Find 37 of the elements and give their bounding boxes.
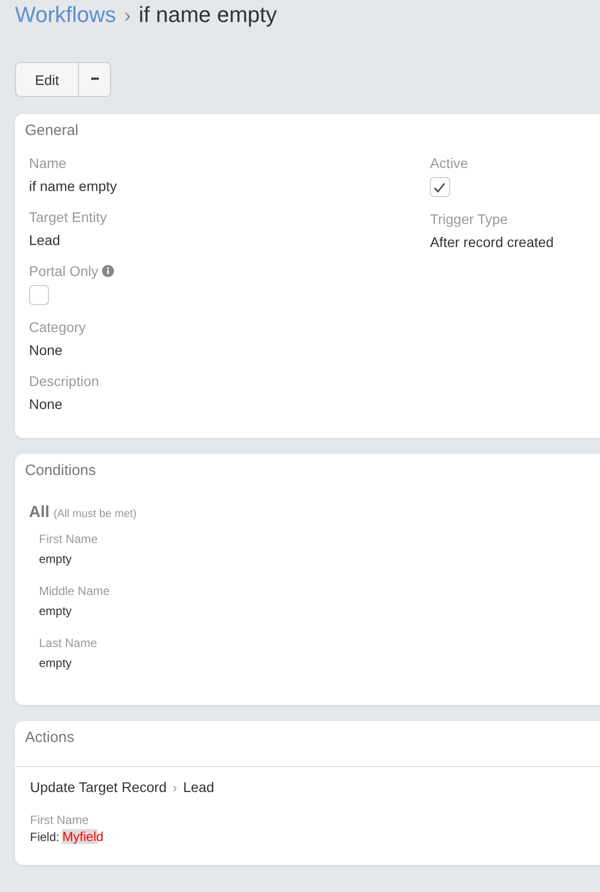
field-value: None <box>29 341 64 360</box>
field-label: Description <box>29 372 100 390</box>
info-icon <box>102 265 114 277</box>
field-label: Name <box>29 154 66 172</box>
field-label: Target Entity <box>29 208 107 226</box>
condition-value: empty <box>39 604 73 619</box>
more-button[interactable]: ••• <box>79 62 111 97</box>
value-label: Field: <box>30 830 60 845</box>
check-icon <box>433 182 446 192</box>
condition-field: Middle Name <box>39 583 600 599</box>
field-value: After record created <box>430 233 555 252</box>
condition-value: empty <box>39 656 73 671</box>
action-separator: › <box>172 780 178 795</box>
checkbox[interactable] <box>29 285 49 305</box>
action-type: Update Target Record <box>30 779 167 795</box>
field-label: Active <box>430 154 468 172</box>
edit-button[interactable]: Edit <box>15 62 79 97</box>
breadcrumb-separator: › <box>124 5 131 28</box>
condition-value: empty <box>39 552 73 567</box>
checkbox[interactable] <box>430 177 450 197</box>
condition-field: Last Name <box>39 635 600 651</box>
field-label: Category <box>29 318 86 336</box>
condition-field: First Name <box>39 531 600 547</box>
field-value: Lead <box>29 231 62 250</box>
field-value: Myfield <box>62 829 104 844</box>
panel-title: Conditions <box>24 461 97 481</box>
field-label: Portal Only <box>29 262 98 280</box>
page-title: if name empty <box>138 2 277 28</box>
action-entity: Lead <box>183 779 214 795</box>
field-value: if name empty <box>29 177 118 196</box>
panel-title: General <box>24 121 80 141</box>
field-value: None <box>29 395 64 414</box>
group-note: (All must be met) <box>53 508 137 520</box>
action-field: First Name <box>30 813 89 827</box>
field-label: Trigger Type <box>430 210 508 228</box>
group-name: All <box>29 504 50 522</box>
panel-title: Actions <box>15 721 600 767</box>
